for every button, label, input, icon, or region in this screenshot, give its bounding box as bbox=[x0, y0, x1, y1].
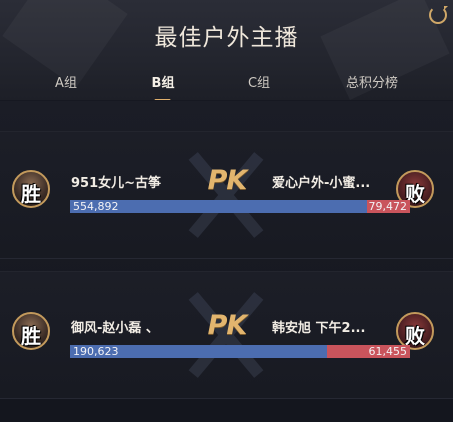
left-anchor-name[interactable]: 951女儿~古筝 bbox=[71, 172, 191, 191]
win-badge: 胜 bbox=[21, 324, 41, 348]
score-bar: 554,892 79,472 bbox=[70, 200, 410, 213]
right-anchor-name[interactable]: 爱心户外-小蜜... bbox=[272, 172, 392, 191]
left-anchor-name[interactable]: 御风-赵小磊 、 bbox=[71, 317, 191, 336]
tab-bar: A组 B组 C组 总积分榜 bbox=[0, 68, 453, 100]
header: 最佳户外主播 A组 B组 C组 总积分榜 bbox=[0, 0, 453, 100]
win-badge: 胜 bbox=[21, 182, 41, 206]
tab-group-b[interactable]: B组 bbox=[152, 72, 175, 91]
left-score: 554,892 bbox=[73, 200, 119, 213]
refresh-icon[interactable] bbox=[429, 6, 448, 24]
tab-total-ranking[interactable]: 总积分榜 bbox=[346, 72, 398, 91]
tab-group-c[interactable]: C组 bbox=[248, 72, 270, 91]
right-score: 79,472 bbox=[368, 200, 408, 213]
tab-group-a[interactable]: A组 bbox=[55, 72, 77, 91]
left-anchor-avatar[interactable]: 胜 bbox=[12, 170, 50, 208]
left-anchor-avatar[interactable]: 胜 bbox=[12, 312, 50, 350]
pk-label: PK bbox=[207, 310, 248, 341]
page-title: 最佳户外主播 bbox=[154, 25, 299, 51]
right-anchor-name[interactable]: 韩安旭 下午2... bbox=[272, 317, 392, 336]
right-score: 61,455 bbox=[368, 345, 408, 358]
left-score: 190,623 bbox=[73, 345, 119, 358]
match-card[interactable]: 胜 御风-赵小磊 、 PK 韩安旭 下午2... 败 190,623 61,45… bbox=[0, 271, 453, 399]
pk-label: PK bbox=[207, 165, 248, 196]
match-list: 胜 951女儿~古筝 PK 爱心户外-小蜜... 败 554,892 79,47… bbox=[0, 101, 453, 422]
score-bar: 190,623 61,455 bbox=[70, 345, 410, 358]
match-card[interactable]: 胜 951女儿~古筝 PK 爱心户外-小蜜... 败 554,892 79,47… bbox=[0, 131, 453, 259]
